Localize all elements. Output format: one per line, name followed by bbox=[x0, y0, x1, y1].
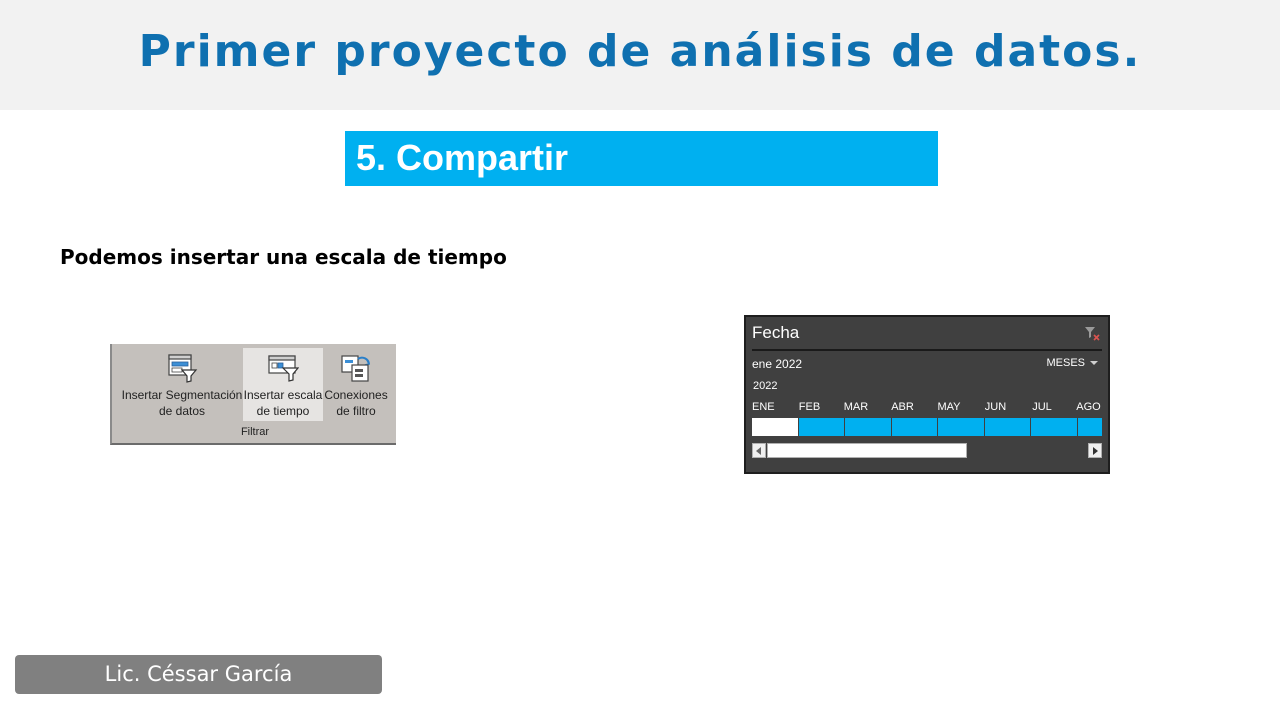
timeline-year: 2022 bbox=[753, 380, 778, 392]
timeline-month-label: MAY bbox=[937, 401, 961, 413]
insert-timeline-label: Insertar escala de tiempo bbox=[243, 388, 323, 418]
timeline-month-bar[interactable] bbox=[845, 418, 891, 436]
timeline-month-label: MAR bbox=[843, 401, 869, 413]
timeline-range-label: ene 2022 bbox=[752, 357, 803, 371]
timeline-month-bar[interactable] bbox=[891, 418, 937, 436]
scroll-thumb[interactable] bbox=[767, 443, 967, 458]
author-footer: Lic. Céssar García bbox=[15, 655, 382, 694]
ribbon-filter-group: Insertar Segmentación de datos Insertar … bbox=[110, 344, 396, 445]
clear-filter-icon[interactable] bbox=[1084, 325, 1100, 341]
timeline-divider bbox=[752, 349, 1102, 351]
insert-slicer-button[interactable]: Insertar Segmentación de datos bbox=[120, 348, 244, 421]
timeline-month-bar[interactable] bbox=[938, 418, 984, 436]
timeline-month-label: ABR bbox=[891, 401, 914, 413]
time-level-dropdown[interactable]: MESES bbox=[1046, 357, 1098, 369]
timeline-bars bbox=[752, 418, 1102, 436]
subtitle: Podemos insertar una escala de tiempo bbox=[60, 245, 507, 269]
timeline-month-labels: ENE FEB MAR ABR MAY JUN JUL AGO bbox=[752, 401, 1102, 415]
timeline-month-label: JUN bbox=[984, 401, 1007, 413]
ribbon-group-label: Filtrar bbox=[240, 426, 270, 438]
title-band: Primer proyecto de análisis de datos. bbox=[0, 0, 1280, 110]
timeline-header: Fecha bbox=[752, 323, 800, 342]
slicer-icon bbox=[168, 354, 198, 383]
timeline-icon bbox=[268, 355, 299, 382]
timeline-month-label: AGO bbox=[1076, 401, 1101, 413]
filter-connections-label: Conexiones de filtro bbox=[324, 388, 388, 418]
time-level-label: MESES bbox=[1046, 357, 1085, 369]
timeline-month-bar[interactable] bbox=[752, 418, 798, 436]
filter-connections-button[interactable]: Conexiones de filtro bbox=[322, 348, 390, 421]
timeline-month-bar[interactable] bbox=[984, 418, 1030, 436]
scroll-right-arrow-icon[interactable] bbox=[1088, 443, 1102, 458]
filter-connections-icon bbox=[341, 355, 371, 382]
timeline-month-label: FEB bbox=[798, 401, 821, 413]
timeline-slicer: Fecha ene 2022 MESES 2022 ENE FEB MAR ABR MA… bbox=[744, 315, 1110, 474]
chevron-down-icon bbox=[1090, 361, 1098, 366]
timeline-scrollbar[interactable] bbox=[752, 442, 1102, 460]
timeline-month-bar[interactable] bbox=[1031, 418, 1077, 436]
scroll-left-arrow-icon[interactable] bbox=[752, 443, 766, 458]
page-title: Primer proyecto de análisis de datos. bbox=[138, 26, 1142, 77]
author-name: Lic. Céssar García bbox=[104, 662, 293, 686]
section-title: 5. Compartir bbox=[356, 137, 569, 178]
timeline-month-label: JUL bbox=[1032, 401, 1052, 413]
section-bar: 5. Compartir bbox=[345, 131, 938, 186]
timeline-month-bar[interactable] bbox=[1077, 418, 1102, 436]
insert-slicer-label: Insertar Segmentación de datos bbox=[121, 388, 243, 418]
insert-timeline-button[interactable]: Insertar escala de tiempo bbox=[243, 348, 323, 421]
timeline-month-bar[interactable] bbox=[798, 418, 844, 436]
